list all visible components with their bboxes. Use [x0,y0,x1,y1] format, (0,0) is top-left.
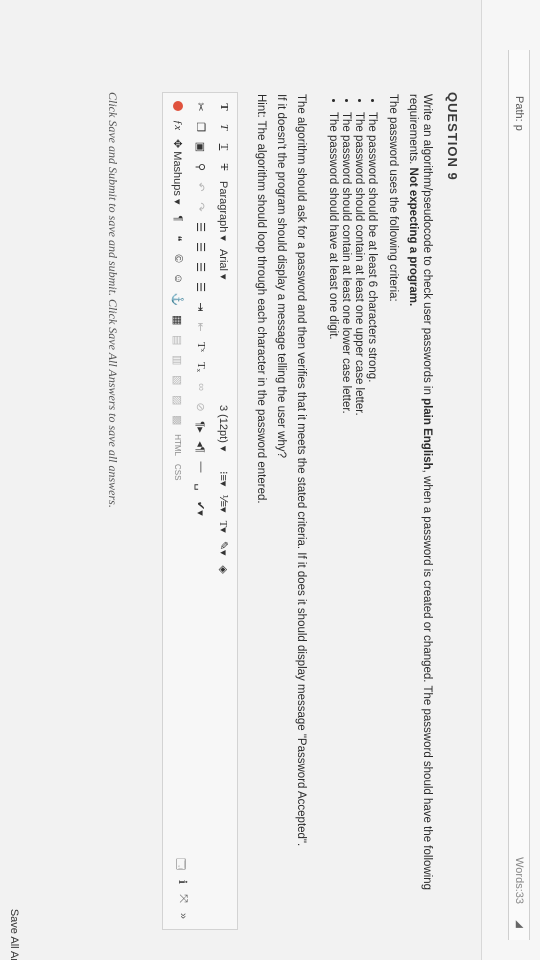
text-color-icon[interactable]: T▾ [218,521,231,533]
nonbreaking-space-icon[interactable]: ␣ [195,481,208,493]
question-paragraph: If it doesn't the program should display… [275,94,287,459]
resize-handle-icon[interactable]: ◢ [514,920,525,928]
undo-icon[interactable]: ↶ [195,181,208,193]
blockquote-icon[interactable]: ❝ [172,233,185,245]
collapse-icon[interactable]: » [170,913,189,919]
font-select[interactable]: Arial ▾ [218,249,231,397]
criteria-item: The password should contain at least one… [339,112,352,914]
italic-icon[interactable]: T [218,121,230,133]
save-all-answers-button[interactable]: Save All Ans [8,909,20,960]
align-left-icon[interactable]: ☰ [195,221,208,233]
question-page: Path: p Words:33 ◢ QUESTION 9 Write an a… [0,0,540,960]
question-hint: Hint: The algorithm should loop through … [255,94,267,504]
toolbar-right-icons: 🗔 ℹ ⤧ » [170,858,189,919]
table-merge-icon[interactable]: ▧ [172,374,185,386]
paragraph-mark-icon[interactable]: ¶ [172,213,184,225]
footer-instructions: Click Save and Submit to save and submit… [106,92,120,508]
criteria-lead: The password uses the following criteria… [387,94,399,302]
criteria-item: The password should have at least one di… [326,112,339,914]
mashups-menu[interactable]: ✥ Mashups ▾ [172,139,185,205]
bold-icon[interactable]: T [218,101,230,113]
clear-format-icon[interactable]: ◈ [218,564,231,576]
align-center-icon[interactable]: ☰ [195,241,208,253]
toolbar-row: ƒx ✥ Mashups ▾ ¶ ❝ © ☺ ⚓ ▦ ▤ ▥ ▧ ▨ ▩ HTM… [167,101,189,480]
copy-icon[interactable]: ❐ [195,121,208,133]
rich-text-editor-toolbar: T T T T Paragraph ▾ Arial ▾ 3 (12pt) ▾ ⁝… [162,92,238,930]
question-text: Write an algorithm/pseudocode to check u… [248,94,434,914]
table-col-icon[interactable]: ▥ [172,354,185,366]
record-icon[interactable] [173,101,183,111]
strikethrough-icon[interactable]: T [218,161,230,173]
css-button[interactable]: CSS [174,464,183,480]
cut-icon[interactable]: ✂ [195,101,208,113]
question-intro: Write an algorithm/pseudocode to check u… [407,94,433,891]
question-title: QUESTION 9 [445,92,460,181]
unlink-icon[interactable]: ⊘ [195,401,208,413]
align-right-icon[interactable]: ☰ [195,261,208,273]
toolbar-row: T T T T Paragraph ▾ Arial ▾ 3 (12pt) ▾ ⁝… [213,101,235,576]
fullscreen-icon[interactable]: ⤧ [170,894,189,903]
editor-path: Path: p [513,96,525,131]
formula-icon[interactable]: ƒx [172,119,184,131]
html-button[interactable]: HTML [174,434,183,456]
editor-path-bar: Path: p Words:33 ◢ [508,50,530,940]
paste-icon[interactable]: ▣ [195,141,208,153]
link-icon[interactable]: ∞ [195,381,207,393]
paragraph-select[interactable]: Paragraph ▾ [218,181,231,241]
copyright-icon[interactable]: © [172,253,184,265]
highlight-icon[interactable]: ✎▾ [218,541,231,556]
spellcheck-icon[interactable]: ✔▾ [195,501,208,516]
indent-icon[interactable]: ⇥ [195,301,208,313]
table-split-icon[interactable]: ▨ [172,394,185,406]
editor-status-area: Path: p Words:33 ◢ [481,0,540,960]
criteria-item: The password should be at least 6 charac… [365,112,378,914]
find-icon[interactable]: ⚲ [195,161,208,173]
horizontal-rule-icon[interactable]: — [195,461,207,473]
criteria-item: The password should contain at least one… [352,112,365,914]
underline-icon[interactable]: T [218,141,230,153]
subscript-icon[interactable]: Tₓ [195,361,207,373]
criteria-list: The password should be at least 6 charac… [326,94,378,914]
table-delete-icon[interactable]: ▩ [172,414,185,426]
numbered-list-icon[interactable]: ⅟≡▾ [218,494,231,512]
superscript-icon[interactable]: Tˣ [195,341,207,353]
word-count: Words:33 [513,857,525,904]
redo-icon[interactable]: ↷ [195,201,208,213]
outdent-icon[interactable]: ⇤ [195,321,208,333]
font-size-select[interactable]: 3 (12pt) ▾ [218,405,231,463]
ltr-icon[interactable]: ¶▸ [195,421,208,433]
align-justify-icon[interactable]: ☰ [195,281,208,293]
table-row-icon[interactable]: ▤ [172,334,185,346]
emoticon-icon[interactable]: ☺ [172,273,184,285]
question-paragraph: The algorithm should ask for a password … [295,94,307,847]
rtl-icon[interactable]: ◂¶ [195,441,208,453]
anchor-icon[interactable]: ⚓ [172,293,185,307]
info-icon[interactable]: ℹ [170,880,189,884]
preview-icon[interactable]: 🗔 [170,858,189,870]
bullet-list-icon[interactable]: ⁝≡▾ [218,471,231,486]
toolbar-row: ✂ ❐ ▣ ⚲ ↶ ↷ ☰ ☰ ☰ ☰ ⇥ ⇤ Tˣ Tₓ ∞ ⊘ ¶▸ ◂¶ … [190,101,212,516]
table-icon[interactable]: ▦ [172,314,185,326]
